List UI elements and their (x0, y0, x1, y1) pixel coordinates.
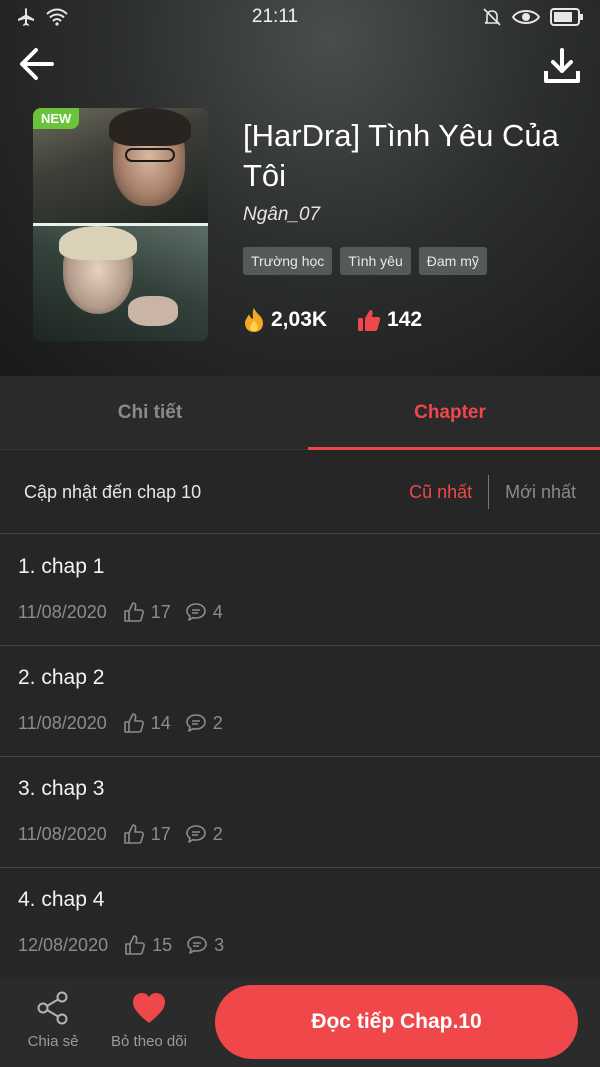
tag[interactable]: Tình yêu (340, 247, 411, 275)
chapter-likes: 15 (124, 934, 172, 956)
chapter-like-count: 17 (150, 601, 171, 622)
thumbs-up-outline-icon (123, 713, 144, 733)
chapter-item[interactable]: 4. chap 4 12/08/2020 15 3 (0, 868, 600, 979)
share-label: Chia sẻ (27, 1033, 79, 1050)
share-button[interactable]: Chia sẻ (18, 991, 88, 1050)
comment-icon (187, 936, 207, 954)
status-time: 21:11 (251, 6, 299, 27)
likes-stat: 142 (357, 308, 422, 332)
comment-icon (185, 714, 206, 732)
new-badge: NEW (33, 108, 80, 129)
unfollow-button[interactable]: Bỏ theo dõi (103, 991, 195, 1050)
bottom-bar: Chia sẻ Bỏ theo dõi Đọc tiếp Chap.10 (0, 977, 600, 1067)
tag[interactable]: Đam mỹ (418, 247, 487, 275)
chapter-date: 11/08/2020 (18, 823, 107, 844)
battery-icon (549, 8, 583, 26)
chapter-item[interactable]: 2. chap 2 11/08/2020 14 2 (0, 646, 600, 757)
comment-icon (185, 825, 206, 843)
sort-divider (488, 475, 490, 509)
thumbs-up-icon (358, 310, 381, 331)
story-header: NEW [HarDra] Tình Yêu Của Tôi Ngân_07 Tr… (0, 0, 600, 376)
story-stats: 2,03K 142 (243, 307, 422, 333)
download-icon (544, 48, 580, 83)
wifi-icon (46, 8, 68, 26)
download-button[interactable] (542, 46, 582, 86)
chapter-comment-count: 2 (212, 823, 223, 844)
unfollow-label: Bỏ theo dõi (111, 1033, 187, 1050)
status-bar: 21:11 (0, 0, 600, 34)
chapter-likes: 14 (123, 712, 171, 734)
chapter-date: 12/08/2020 (18, 934, 109, 955)
likes-count: 142 (387, 308, 423, 331)
chapter-meta: 11/08/2020 17 2 (18, 823, 582, 845)
tab-chapter[interactable]: Chapter (300, 376, 600, 450)
chapter-like-count: 17 (150, 823, 171, 844)
chapter-date: 11/08/2020 (18, 601, 107, 622)
bell-off-icon (483, 8, 501, 26)
chapter-comments: 2 (185, 823, 223, 845)
chapter-item[interactable]: 3. chap 3 11/08/2020 17 2 (0, 757, 600, 868)
chapter-title: 4. chap 4 (18, 888, 105, 911)
chapter-meta: 11/08/2020 14 2 (18, 712, 582, 734)
thumbs-up-outline-icon (123, 602, 144, 622)
chapter-like-count: 14 (150, 712, 171, 733)
chapter-date: 11/08/2020 (18, 712, 107, 733)
chapter-meta: 11/08/2020 17 4 (18, 601, 582, 623)
views-count: 2,03K (271, 308, 328, 331)
sort-toggle: Cũ nhất Mới nhất (409, 475, 576, 509)
views-stat: 2,03K (243, 307, 327, 333)
story-title: [HarDra] Tình Yêu Của Tôi (243, 118, 559, 193)
tab-bar: Chi tiết Chapter (0, 376, 600, 450)
arrow-left-icon (20, 48, 54, 80)
chapter-likes: 17 (123, 823, 171, 845)
fire-icon (245, 308, 263, 332)
author-name[interactable]: Ngân_07 (243, 204, 320, 226)
tab-details[interactable]: Chi tiết (0, 376, 300, 450)
sort-newest-button[interactable]: Mới nhất (505, 482, 576, 503)
chapter-title: 3. chap 3 (18, 777, 105, 800)
chapter-comments: 4 (185, 601, 223, 623)
cover-image (33, 108, 208, 341)
chapter-comment-count: 2 (212, 712, 223, 733)
thumbs-up-outline-icon (123, 824, 144, 844)
chapter-comment-count: 3 (214, 934, 225, 955)
tag[interactable]: Trường học (243, 247, 333, 275)
chapter-like-count: 15 (152, 934, 173, 955)
comment-icon (185, 603, 206, 621)
back-button[interactable] (18, 44, 58, 84)
update-row: Cập nhật đến chap 10 Cũ nhất Mới nhất (0, 451, 600, 534)
chapter-likes: 17 (123, 601, 171, 623)
update-status: Cập nhật đến chap 10 (24, 481, 202, 502)
thumbs-up-outline-icon (125, 935, 146, 955)
chapter-item[interactable]: 1. chap 1 11/08/2020 17 4 (0, 535, 600, 646)
chapter-list: 1. chap 1 11/08/2020 17 4 2. chap 2 11/0… (0, 535, 600, 979)
sort-oldest-button[interactable]: Cũ nhất (409, 482, 472, 503)
share-icon (37, 991, 68, 1025)
chapter-title: 1. chap 1 (18, 555, 105, 578)
chapter-comments: 3 (186, 934, 224, 956)
chapter-title: 2. chap 2 (18, 666, 105, 689)
chapter-comment-count: 4 (212, 601, 223, 622)
airplane-icon (18, 8, 34, 26)
heart-icon (133, 993, 165, 1023)
continue-reading-button[interactable]: Đọc tiếp Chap.10 (215, 985, 578, 1059)
chapter-meta: 12/08/2020 15 3 (18, 934, 582, 956)
chapter-comments: 2 (185, 712, 223, 734)
eye-icon (511, 10, 540, 24)
tag-list: Trường học Tình yêu Đam mỹ (243, 247, 487, 275)
